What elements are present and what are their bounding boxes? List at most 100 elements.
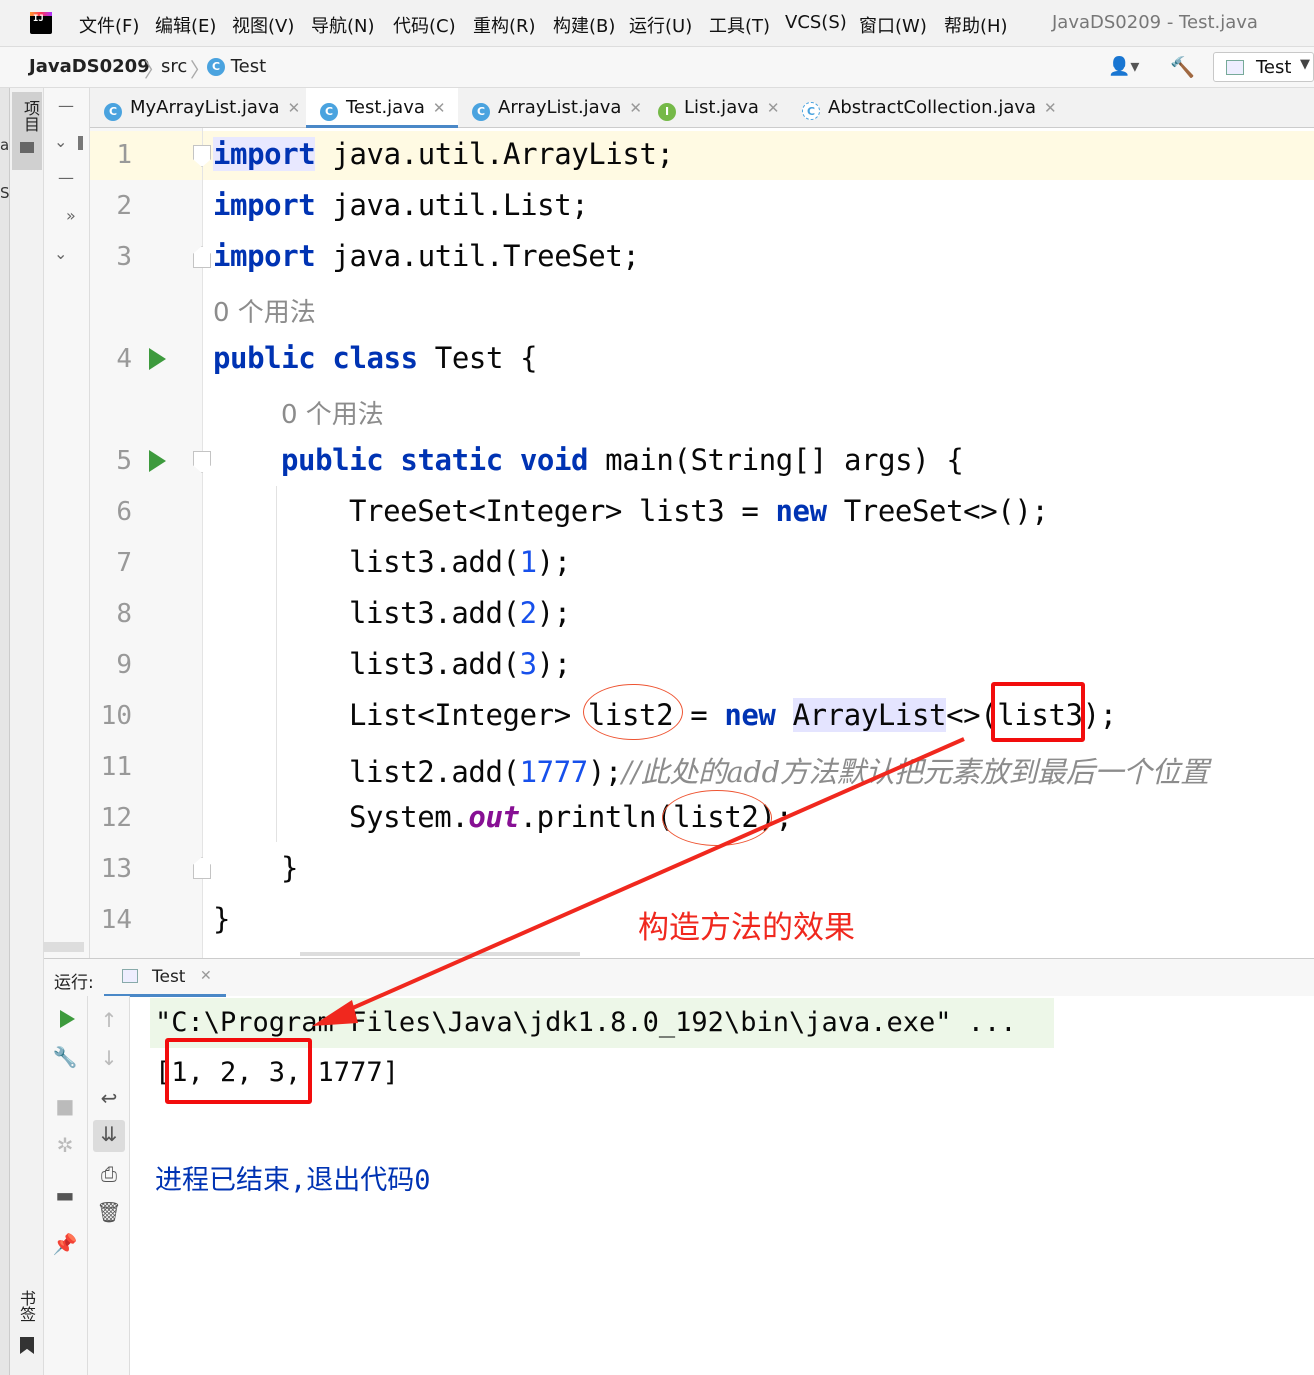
menu-vcs[interactable]: VCS(S) bbox=[785, 12, 847, 33]
line-number: 12 bbox=[100, 803, 132, 833]
project-tool-tab[interactable]: 项目 bbox=[12, 92, 42, 170]
code-text: ); bbox=[587, 755, 623, 789]
tab-myarraylist[interactable]: C MyArrayList.java ✕ bbox=[90, 88, 306, 128]
user-icon[interactable]: 👤▾ bbox=[1108, 56, 1139, 77]
menu-tools[interactable]: 工具(T) bbox=[709, 12, 770, 38]
more-icon[interactable]: » bbox=[66, 206, 76, 225]
code-text: TreeSet<Integer> list3 = bbox=[349, 494, 776, 528]
tab-test[interactable]: C Test.java ✕ bbox=[306, 88, 458, 129]
usage-hint[interactable]: 0 个用法 bbox=[213, 292, 316, 329]
trash-icon[interactable]: 🗑 bbox=[94, 1200, 124, 1224]
run-panel-label: 运行: bbox=[54, 973, 94, 993]
intellij-logo-icon[interactable]: IJ bbox=[30, 12, 52, 34]
edge-glyph: S bbox=[0, 184, 10, 202]
code-text: list3.add( bbox=[349, 545, 520, 579]
code-line-13: } bbox=[281, 851, 299, 885]
close-icon[interactable]: ✕ bbox=[433, 99, 446, 117]
keyword: static bbox=[400, 443, 503, 477]
code-line-2: import java.util.List; bbox=[213, 188, 589, 222]
abstract-class-icon: C bbox=[802, 102, 820, 120]
hammer-icon[interactable]: 🔨 bbox=[1170, 55, 1195, 79]
code-text: java.util.List; bbox=[315, 188, 589, 222]
chevron-down-icon: ▼ bbox=[1300, 57, 1310, 72]
code-text: ); bbox=[536, 647, 572, 681]
arrow-down-icon[interactable]: ↓ bbox=[94, 1046, 124, 1070]
code-text: ); bbox=[536, 596, 572, 630]
code-comment: //此处的add方法默认把元素放到最后一个位置 bbox=[621, 755, 1209, 789]
code-line-7: list3.add(1); bbox=[349, 545, 571, 579]
tab-abstractcollection[interactable]: C AbstractCollection.java ✕ bbox=[788, 88, 1058, 128]
console-command: "C:\Program Files\Java\jdk1.8.0_192\bin\… bbox=[155, 1007, 1017, 1038]
breadcrumb-file[interactable]: C Test bbox=[207, 56, 266, 77]
scroll-to-end-icon[interactable]: ⇊ bbox=[94, 1122, 124, 1146]
chevron-down-icon[interactable]: ⌄ bbox=[54, 244, 67, 263]
horizontal-scrollbar[interactable] bbox=[300, 952, 580, 956]
class-icon: C bbox=[320, 103, 338, 121]
navigation-bar: JavaDS0209 〉 src 〉 C Test 👤▾ 🔨 Test ▼ bbox=[0, 46, 1314, 88]
editor-scrollbar[interactable] bbox=[44, 942, 84, 952]
line-number: 1 bbox=[116, 140, 132, 170]
breadcrumb-folder[interactable]: src bbox=[161, 56, 187, 77]
menu-help[interactable]: 帮助(H) bbox=[944, 12, 1008, 38]
code-text: main(String[] args) { bbox=[588, 443, 964, 477]
line-number: 11 bbox=[100, 752, 132, 782]
annotation-label: 构造方法的效果 bbox=[638, 910, 855, 946]
keyword: new bbox=[724, 698, 776, 732]
menu-code[interactable]: 代码(C) bbox=[393, 12, 456, 38]
chevron-down-icon[interactable]: ⌄ bbox=[54, 132, 67, 151]
debug-icon[interactable]: ✲ bbox=[50, 1133, 80, 1157]
menu-build[interactable]: 构建(B) bbox=[553, 12, 615, 38]
menu-file[interactable]: 文件(F) bbox=[79, 12, 139, 38]
line-number: 14 bbox=[100, 905, 132, 935]
line-number: 10 bbox=[100, 701, 132, 731]
class-reference: ArrayList bbox=[792, 698, 947, 732]
menu-navigate[interactable]: 导航(N) bbox=[311, 12, 375, 38]
run-class-icon[interactable] bbox=[149, 348, 166, 370]
tab-label: AbstractCollection.java bbox=[828, 97, 1037, 118]
soft-wrap-icon[interactable]: ↩ bbox=[94, 1086, 124, 1110]
menu-edit[interactable]: 编辑(E) bbox=[155, 12, 216, 38]
print-icon[interactable]: ⎙ bbox=[94, 1162, 124, 1186]
menu-refactor[interactable]: 重构(R) bbox=[473, 12, 536, 38]
menu-run[interactable]: 运行(U) bbox=[629, 12, 692, 38]
close-icon[interactable]: ✕ bbox=[288, 99, 301, 117]
line-number: 2 bbox=[116, 191, 132, 221]
collapse-icon[interactable]: — bbox=[58, 168, 74, 187]
project-panel: — ⌄ — » ⌄ bbox=[44, 88, 90, 958]
close-icon[interactable]: ✕ bbox=[200, 968, 212, 984]
keyword: public bbox=[281, 443, 384, 477]
arrow-up-icon[interactable]: ↑ bbox=[94, 1008, 124, 1032]
tab-list[interactable]: I List.java ✕ bbox=[644, 88, 788, 128]
close-icon[interactable]: ✕ bbox=[629, 99, 642, 117]
close-icon[interactable]: ✕ bbox=[1044, 99, 1057, 117]
bookmarks-tool-tab[interactable]: 书签 bbox=[14, 1290, 38, 1322]
run-configuration-select[interactable]: Test ▼ bbox=[1213, 52, 1314, 82]
run-config-icon bbox=[1226, 60, 1244, 75]
annotation-box-list3 bbox=[991, 682, 1085, 742]
run-tab-test[interactable]: Test ✕ bbox=[104, 959, 226, 997]
usage-hint[interactable]: 0 个用法 bbox=[281, 394, 384, 431]
tab-arraylist[interactable]: C ArrayList.java ✕ bbox=[458, 88, 644, 128]
wrench-icon[interactable]: 🔧 bbox=[50, 1045, 80, 1069]
breadcrumb-project[interactable]: JavaDS0209 bbox=[29, 56, 150, 77]
code-line-3: import java.util.TreeSet; bbox=[213, 239, 640, 273]
minimize-icon[interactable]: — bbox=[58, 96, 74, 115]
run-tab-label: Test bbox=[152, 967, 186, 987]
window-title: JavaDS0209 - Test.java bbox=[1052, 12, 1258, 33]
code-line-5: public static void main(String[] args) { bbox=[281, 443, 964, 477]
stop-icon[interactable]: ■ bbox=[50, 1094, 80, 1118]
static-field: out bbox=[468, 800, 520, 834]
run-main-icon[interactable] bbox=[149, 450, 166, 472]
rerun-icon[interactable] bbox=[60, 1010, 75, 1028]
code-line-11: list2.add(1777);//此处的add方法默认把元素放到最后一个位置 bbox=[349, 749, 1209, 791]
close-icon[interactable]: ✕ bbox=[767, 99, 780, 117]
pin-icon[interactable]: 📌 bbox=[50, 1232, 80, 1256]
editor-tabs: C MyArrayList.java ✕ C Test.java ✕ C ArrayLis… bbox=[90, 88, 1314, 129]
keyword: public bbox=[213, 341, 316, 375]
menu-view[interactable]: 视图(V) bbox=[232, 12, 294, 38]
class-icon: C bbox=[104, 103, 122, 121]
number-literal: 1777 bbox=[519, 755, 589, 789]
layout-icon[interactable]: ▬ bbox=[50, 1183, 80, 1207]
menu-window[interactable]: 窗口(W) bbox=[859, 12, 927, 38]
